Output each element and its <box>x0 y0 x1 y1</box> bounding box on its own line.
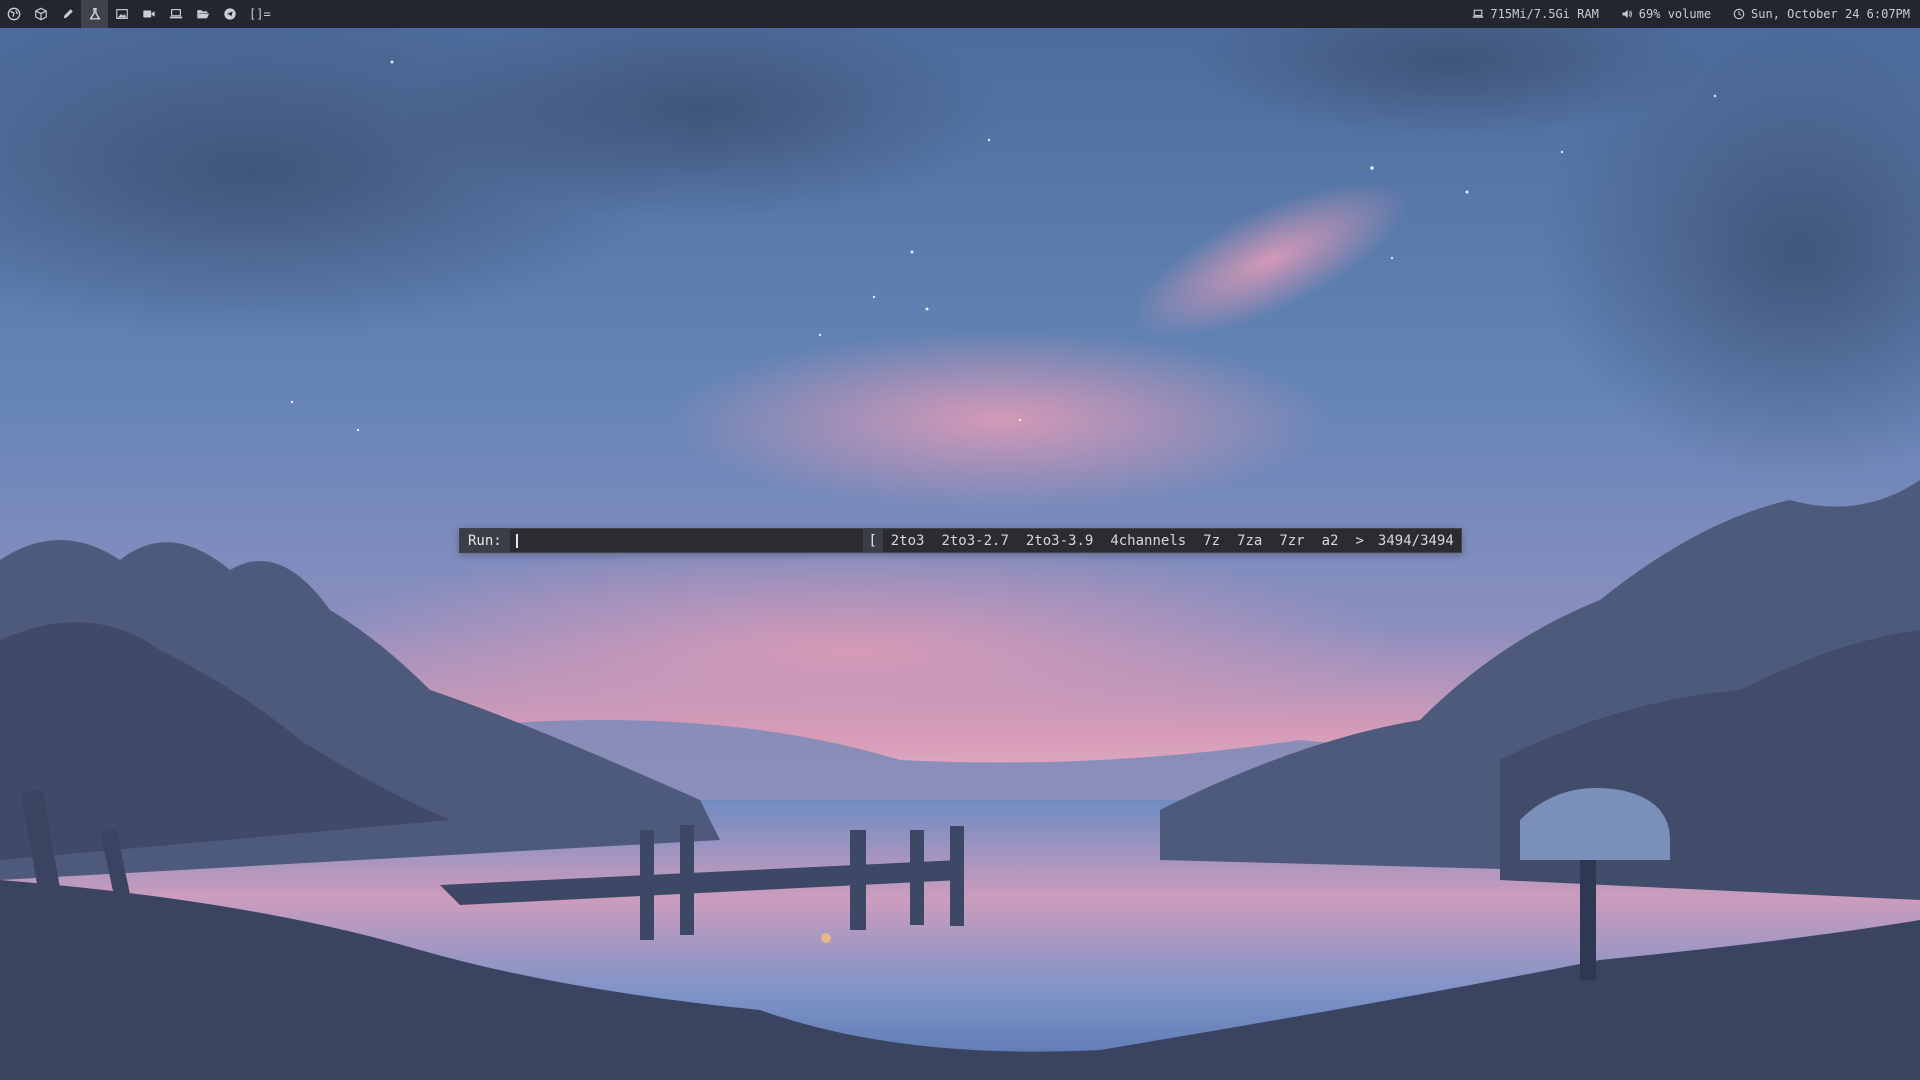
globe-icon <box>7 7 20 21</box>
ram-text: 715Mi/7.5Gi RAM <box>1490 7 1599 21</box>
folder-open-icon <box>196 10 209 19</box>
completion-item[interactable]: 2to3-3.9 <box>1026 533 1093 549</box>
completion-item[interactable]: 2to3 <box>891 533 925 549</box>
completion-item[interactable]: a2 <box>1322 533 1339 549</box>
laptop-icon <box>1473 9 1484 18</box>
completion-item[interactable]: 7z <box>1203 533 1220 549</box>
completion-item[interactable]: 7za <box>1237 533 1262 549</box>
workspace-8[interactable] <box>189 0 216 28</box>
volume-text: 69% volume <box>1638 7 1712 21</box>
flask-icon <box>89 8 100 20</box>
completion-item[interactable]: 2to3-2.7 <box>941 533 1008 549</box>
workspace-2[interactable] <box>27 0 54 28</box>
ram-status: 715Mi/7.5Gi RAM <box>1472 7 1599 21</box>
run-input[interactable] <box>510 529 863 552</box>
completion-list: 2to3 2to3-2.7 2to3-3.9 4channels 7z 7za … <box>883 529 1454 552</box>
completion-item[interactable]: 7zr <box>1279 533 1304 549</box>
volume-status[interactable]: 69% volume <box>1621 7 1711 21</box>
layout-indicator[interactable]: []= <box>249 7 271 21</box>
workspace-list <box>0 0 243 28</box>
completion-bracket: [ <box>862 529 883 552</box>
send-icon <box>223 8 236 20</box>
image-icon <box>115 9 128 19</box>
video-camera-icon <box>142 10 155 18</box>
clock-status: Sun, October 24 6:07PM <box>1733 7 1910 21</box>
pen-icon <box>63 9 73 19</box>
status-area: 715Mi/7.5Gi RAM 69% volume Sun, October … <box>1450 7 1920 21</box>
text-caret <box>515 533 518 548</box>
completion-item[interactable]: 4channels <box>1110 533 1186 549</box>
datetime-text: Sun, October 24 6:07PM <box>1751 7 1910 21</box>
workspace-3[interactable] <box>54 0 81 28</box>
speaker-icon <box>1622 9 1632 19</box>
cube-icon <box>34 7 47 21</box>
workspace-7[interactable] <box>162 0 189 28</box>
clock-icon <box>1733 8 1745 20</box>
run-prompt-label: Run: <box>460 529 510 552</box>
match-count: 3494/3494 <box>1377 532 1454 549</box>
top-bar: []= 715Mi/7.5Gi RAM 69% volume Sun, Octo… <box>0 0 1920 28</box>
laptop-icon <box>169 9 182 19</box>
workspace-9[interactable] <box>216 0 243 28</box>
workspace-5[interactable] <box>108 0 135 28</box>
more-completions-indicator: > <box>1355 532 1364 549</box>
workspace-1[interactable] <box>0 0 27 28</box>
workspace-4[interactable] <box>81 0 108 28</box>
run-prompt: Run: [ 2to3 2to3-2.7 2to3-3.9 4channels … <box>459 528 1462 553</box>
workspace-6[interactable] <box>135 0 162 28</box>
